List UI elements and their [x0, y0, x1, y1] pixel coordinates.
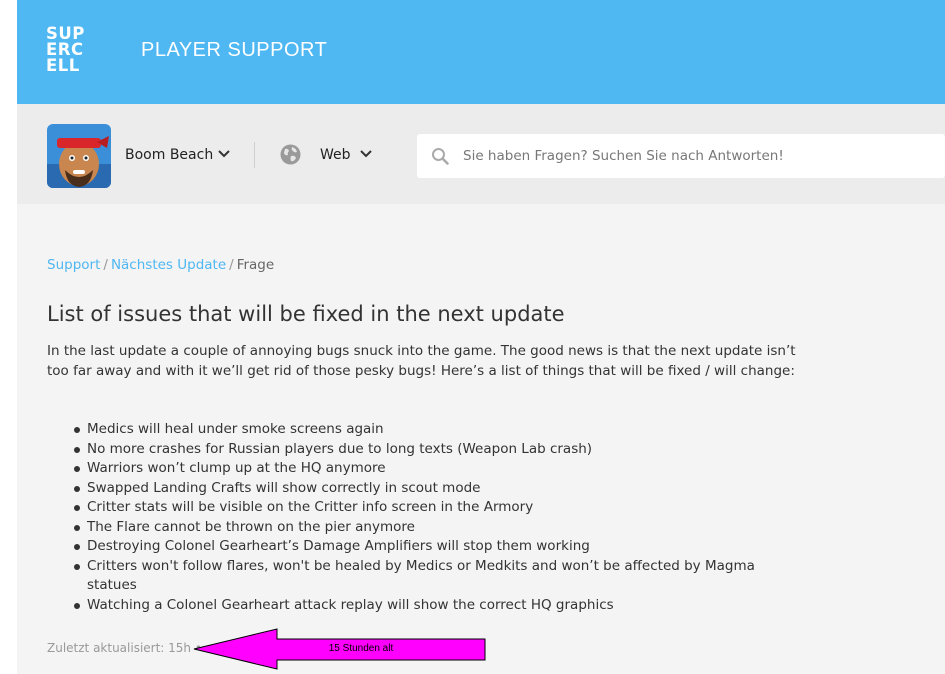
game-navbar: Boom Beach Web	[17, 104, 945, 204]
globe-icon[interactable]	[280, 144, 301, 165]
search-box	[417, 134, 945, 178]
chevron-down-icon[interactable]	[218, 150, 230, 161]
list-item: Critters won't follow flares, won't be h…	[47, 557, 802, 596]
article-intro: In the last update a couple of annoying …	[47, 343, 796, 379]
list-item: Destroying Colonel Gearheart’s Damage Am…	[47, 537, 802, 557]
annotation-label: 15 Stunden alt	[328, 643, 394, 654]
boom-beach-game-icon[interactable]	[47, 124, 111, 188]
list-item: Swapped Landing Crafts will show correct…	[47, 479, 802, 499]
search-input[interactable]	[463, 134, 933, 178]
breadcrumb-current: Frage	[236, 257, 275, 273]
chevron-down-icon[interactable]	[360, 150, 372, 161]
breadcrumb-link-next-update[interactable]: Nächstes Update	[111, 257, 226, 273]
list-item: Watching a Colonel Gearheart attack repl…	[47, 596, 802, 616]
nav-divider	[254, 142, 255, 168]
list-item: Medics will heal under smoke screens aga…	[47, 420, 802, 440]
list-item: The Flare cannot be thrown on the pier a…	[47, 518, 802, 538]
logo-line: ELL	[46, 56, 80, 75]
breadcrumb-separator: /	[103, 257, 108, 273]
list-item: No more crashes for Russian players due …	[47, 440, 802, 460]
last-updated-text: Zuletzt aktualisiert: 15h •	[47, 641, 202, 655]
article-title: List of issues that will be fixed in the…	[47, 302, 565, 326]
issue-list: Medics will heal under smoke screens aga…	[47, 420, 802, 615]
site-header: SUP ERC ELL PLAYER SUPPORT	[17, 0, 945, 104]
breadcrumb-separator: /	[229, 257, 234, 273]
site-title[interactable]: PLAYER SUPPORT	[141, 39, 327, 62]
search-icon	[431, 147, 449, 165]
list-item: Critter stats will be visible on the Cri…	[47, 498, 802, 518]
supercell-logo[interactable]: SUP ERC ELL	[46, 25, 108, 76]
list-item: Warriors won’t clump up at the HQ anymor…	[47, 459, 802, 479]
platform-selector[interactable]: Web	[320, 147, 351, 163]
game-selector[interactable]: Boom Beach	[125, 147, 213, 163]
breadcrumb-link-support[interactable]: Support	[47, 257, 100, 273]
breadcrumb: Support / Nächstes Update / Frage	[47, 257, 274, 273]
